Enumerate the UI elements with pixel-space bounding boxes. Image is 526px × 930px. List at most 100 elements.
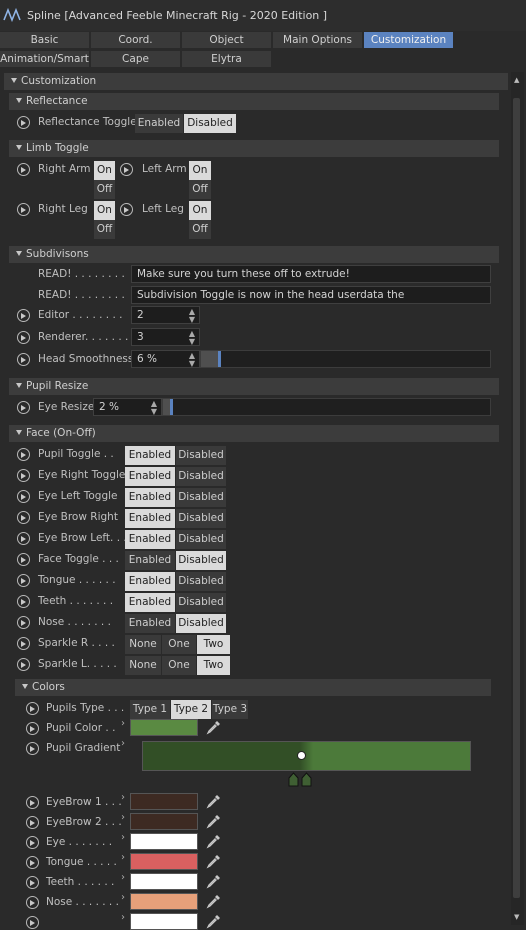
- pupils-type-1-button[interactable]: Type 1: [130, 700, 170, 719]
- keyframe-icon[interactable]: [17, 595, 30, 608]
- keyframe-icon[interactable]: [17, 469, 30, 482]
- keyframe-icon[interactable]: [17, 532, 30, 545]
- left-leg-off-button[interactable]: Off: [189, 220, 211, 239]
- face-toggle-option-button[interactable]: Enabled: [125, 551, 175, 570]
- keyframe-icon[interactable]: [17, 511, 30, 524]
- eyedropper-icon[interactable]: [206, 873, 222, 889]
- eyedropper-icon[interactable]: [206, 833, 222, 849]
- keyframe-icon[interactable]: [26, 816, 39, 829]
- face-toggle-option-button[interactable]: Enabled: [125, 446, 175, 465]
- face-toggle-option-button[interactable]: Disabled: [176, 530, 226, 549]
- chevron-right-icon[interactable]: ›: [121, 738, 125, 749]
- section-customization[interactable]: Customization: [4, 73, 508, 90]
- keyframe-icon[interactable]: [17, 616, 30, 629]
- section-colors[interactable]: Colors: [15, 679, 491, 696]
- face-toggle-option-button[interactable]: Enabled: [125, 572, 175, 591]
- face-toggle-option-button[interactable]: Enabled: [125, 509, 175, 528]
- keyframe-icon[interactable]: [26, 896, 39, 909]
- keyframe-icon[interactable]: [17, 553, 30, 566]
- chevron-right-icon[interactable]: ›: [121, 812, 125, 823]
- tab-basic[interactable]: Basic: [0, 32, 90, 48]
- head-smoothness-slider[interactable]: [200, 350, 491, 368]
- scroll-down-arrow-icon[interactable]: ▼: [514, 913, 519, 921]
- face-toggle-option-button[interactable]: Disabled: [176, 509, 226, 528]
- pupil-color-swatch[interactable]: [130, 719, 198, 736]
- scrollbar-thumb[interactable]: [513, 98, 520, 898]
- keyframe-icon[interactable]: [17, 309, 30, 322]
- color-swatch[interactable]: [130, 793, 198, 810]
- tab-cape[interactable]: Cape: [91, 51, 181, 67]
- keyframe-icon[interactable]: [120, 203, 133, 216]
- face-toggle-option-button[interactable]: Disabled: [176, 593, 226, 612]
- read-text-field-2[interactable]: Subdivision Toggle is now in the head us…: [131, 286, 491, 304]
- chevron-right-icon[interactable]: ›: [121, 912, 125, 923]
- eye-resize-slider[interactable]: [162, 398, 491, 416]
- keyframe-icon[interactable]: [26, 722, 39, 735]
- gradient-knots-icon[interactable]: [287, 771, 315, 787]
- tab-coord[interactable]: Coord.: [91, 32, 181, 48]
- chevron-right-icon[interactable]: ›: [121, 832, 125, 843]
- slider-handle[interactable]: [170, 399, 173, 415]
- keyframe-icon[interactable]: [17, 574, 30, 587]
- reflectance-disabled-button[interactable]: Disabled: [184, 114, 236, 133]
- face-toggle-option-button[interactable]: Enabled: [125, 530, 175, 549]
- left-arm-on-button[interactable]: On: [189, 161, 211, 180]
- color-swatch[interactable]: [130, 913, 198, 930]
- tab-animation-smart[interactable]: Animation/Smart: [0, 51, 90, 67]
- face-toggle-option-button[interactable]: Disabled: [176, 467, 226, 486]
- keyframe-icon[interactable]: [26, 876, 39, 889]
- pupil-gradient-bar[interactable]: [142, 741, 471, 771]
- keyframe-icon[interactable]: [120, 163, 133, 176]
- keyframe-icon[interactable]: [26, 796, 39, 809]
- stepper-arrows-icon[interactable]: ▲ ▼: [189, 330, 195, 346]
- renderer-number-field[interactable]: 3 ▲ ▼: [131, 328, 200, 346]
- editor-number-field[interactable]: 2 ▲ ▼: [131, 306, 200, 324]
- keyframe-icon[interactable]: [17, 163, 30, 176]
- stepper-arrows-icon[interactable]: ▲ ▼: [151, 400, 157, 416]
- tab-customization[interactable]: Customization: [364, 32, 454, 48]
- right-leg-off-button[interactable]: Off: [94, 220, 115, 239]
- eyedropper-icon[interactable]: [206, 813, 222, 829]
- face-toggle-option-button[interactable]: Disabled: [176, 614, 226, 633]
- keyframe-icon[interactable]: [17, 331, 30, 344]
- slider-handle[interactable]: [218, 351, 221, 367]
- eyedropper-icon[interactable]: [206, 913, 222, 929]
- tab-object[interactable]: Object: [182, 32, 272, 48]
- face-toggle-option-button[interactable]: Enabled: [125, 488, 175, 507]
- face-toggle-option-button[interactable]: Disabled: [176, 551, 226, 570]
- color-swatch[interactable]: [130, 893, 198, 910]
- face-toggle-option-button[interactable]: None: [125, 635, 161, 654]
- face-toggle-option-button[interactable]: None: [125, 656, 161, 675]
- section-pupil-resize[interactable]: Pupil Resize: [9, 378, 499, 395]
- face-toggle-option-button[interactable]: Disabled: [176, 572, 226, 591]
- chevron-right-icon[interactable]: ›: [121, 892, 125, 903]
- color-swatch[interactable]: [130, 853, 198, 870]
- face-toggle-option-button[interactable]: Two: [197, 635, 230, 654]
- keyframe-icon[interactable]: [17, 490, 30, 503]
- face-toggle-option-button[interactable]: One: [162, 635, 196, 654]
- keyframe-icon[interactable]: [17, 353, 30, 366]
- keyframe-icon[interactable]: [17, 448, 30, 461]
- left-arm-off-button[interactable]: Off: [189, 180, 211, 199]
- keyframe-icon[interactable]: [26, 702, 39, 715]
- face-toggle-option-button[interactable]: Two: [197, 656, 230, 675]
- keyframe-icon[interactable]: [26, 856, 39, 869]
- keyframe-icon[interactable]: [17, 637, 30, 650]
- color-swatch[interactable]: [130, 833, 198, 850]
- keyframe-icon[interactable]: [26, 916, 39, 929]
- eyedropper-icon[interactable]: [206, 893, 222, 909]
- left-leg-on-button[interactable]: On: [189, 201, 211, 220]
- keyframe-icon[interactable]: [17, 116, 30, 129]
- keyframe-icon[interactable]: [17, 203, 30, 216]
- right-arm-on-button[interactable]: On: [94, 161, 115, 180]
- face-toggle-option-button[interactable]: Disabled: [176, 446, 226, 465]
- pupils-type-3-button[interactable]: Type 3: [212, 700, 248, 719]
- eyedropper-icon[interactable]: [206, 793, 222, 809]
- stepper-arrows-icon[interactable]: ▲ ▼: [189, 352, 195, 368]
- chevron-right-icon[interactable]: ›: [121, 718, 125, 729]
- gradient-midpoint-handle[interactable]: [297, 751, 306, 760]
- keyframe-icon[interactable]: [17, 658, 30, 671]
- keyframe-icon[interactable]: [26, 742, 39, 755]
- eye-resize-field[interactable]: 2 % ▲ ▼: [93, 398, 162, 416]
- face-toggle-option-button[interactable]: Enabled: [125, 467, 175, 486]
